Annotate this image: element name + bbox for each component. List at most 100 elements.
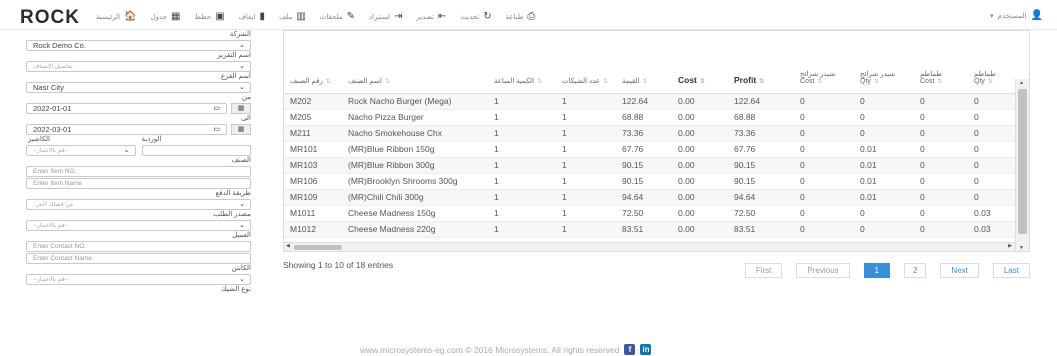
cashier-select[interactable]: --قم بالاختيار-- ⌄ [26,145,136,156]
refresh-icon: ↻ [483,11,492,22]
table-cell: 1 [556,220,616,237]
calendar-icon[interactable]: ▭ [213,125,220,135]
column-header[interactable]: القيمة ⇅ [616,31,672,94]
scroll-right-icon[interactable]: ▶ [1008,243,1012,249]
vertical-scrollbar[interactable]: ▲ ▼ [1015,79,1029,251]
table-row[interactable]: MR109 (MR)Chili Chili 300g 1 1 94.64 0.00 94.6… [284,188,1015,205]
sort-icon[interactable]: ⇅ [603,79,608,85]
column-header[interactable]: الكمية المباعة ⇅ [488,31,556,94]
chevron-down-icon: ⌄ [239,63,245,70]
payment-select[interactable]: ..من فضلك اختر ⌄ [26,199,251,210]
sort-icon[interactable]: ⇅ [874,79,879,85]
contact-no-input[interactable]: Enter Contact NO. [26,241,251,252]
from-date-input[interactable]: 2022-01-01 ▭ [26,103,227,114]
calendar-icon[interactable]: ▭ [213,104,220,114]
report-select[interactable]: تفاصيل الاصناف ⌄ [26,61,251,72]
facebook-icon[interactable]: f [624,344,636,355]
scroll-up-icon[interactable]: ▲ [1019,80,1024,86]
horizontal-scrollbar[interactable]: ◀ ▶ [284,242,1015,251]
sort-icon[interactable]: ⇅ [988,79,993,85]
column-header[interactable]: طماطم Qty ⇅ [968,31,1015,94]
table-row[interactable]: M211 Nacho Smokehouse Chx 1 1 73.36 0.00 73.36… [284,124,1015,141]
item-name-input[interactable]: Enter Item Name [26,178,251,189]
nav-item-building[interactable]: ملف ▥ [279,11,306,22]
nav-item-bars[interactable]: ايقاف ▮ [239,11,265,22]
report-table-container: رقم الصنف ⇅ اسم الصنف ⇅ الكمية المباعة ⇅ عدد ا… [283,30,1030,252]
user-menu[interactable]: ▾ المستخدم 👤 [990,10,1043,21]
calendar-button[interactable]: ▦ [231,103,251,114]
nav-item-printer[interactable]: طباعة ⎙ [506,11,536,22]
nav-item-logout[interactable]: تصدير ⇤ [416,11,446,22]
previous-page-button[interactable]: Previous [796,263,850,278]
sort-icon[interactable]: ⇅ [643,79,648,85]
to-date-input[interactable]: 2022-03-01 ▭ [26,124,227,135]
table-cell: 67.76 [616,140,672,157]
nav-item-label: جدول [150,13,168,21]
table-cell: 1 [556,108,616,125]
order-source-select[interactable]: --قم بالاختيار-- ⌄ [26,220,251,231]
table-cell: 0 [968,172,1015,189]
page-1-button[interactable]: 1 [863,263,890,278]
sort-icon[interactable]: ⇅ [326,79,331,85]
table-cell: 0 [914,220,968,237]
table-cell: 0 [794,204,854,221]
table-row[interactable]: M202 Rock Nacho Burger (Mega) 1 1 122.64 0.00… [284,92,1015,109]
table-row[interactable]: M205 Nacho Pizza Burger 1 1 68.88 0.00 68.88 0 0… [284,108,1015,125]
column-header[interactable]: عدد الشيكات ⇅ [556,31,616,94]
brand-logo[interactable]: ROCK [20,7,80,29]
pagination: First Previous 1 2 Next Last [744,263,1030,278]
column-header[interactable]: Cost ⇅ [672,31,728,94]
scroll-left-icon[interactable]: ◀ [286,243,290,249]
table-row[interactable]: MR101 (MR)Blue Ribbon 150g 1 1 67.76 0.00 67.7… [284,140,1015,157]
sort-icon[interactable]: ⇅ [537,79,542,85]
nav-item-refresh[interactable]: تحديث ↻ [460,11,491,22]
column-header[interactable]: اسم الصنف ⇅ [342,31,488,94]
scrollbar-thumb[interactable] [1018,89,1027,234]
calendar-button[interactable]: ▦ [231,124,251,135]
table-cell: 72.50 [728,204,794,221]
branch-select[interactable]: Nasr City ⌄ [26,82,251,93]
nav-item-map[interactable]: خطط ▣ [195,11,225,22]
footer-text[interactable]: www.microsystems-eg.com © 2016 Microsyst… [360,345,619,355]
column-header[interactable]: طماطم Cost ⇅ [914,31,968,94]
column-header-label: الكمية المباعة [494,77,535,85]
scroll-down-icon[interactable]: ▼ [1019,245,1024,251]
shift-input[interactable] [141,145,251,156]
column-header[interactable]: شيدر شرائح Qty ⇅ [854,31,914,94]
sort-icon[interactable]: ⇅ [700,79,705,85]
contact-name-input[interactable]: Enter Contact Name [26,253,251,264]
next-page-button[interactable]: Next [940,263,979,278]
sort-icon[interactable]: ⇅ [817,79,822,85]
sort-icon[interactable]: ⇅ [759,79,764,85]
table-row[interactable]: MR103 (MR)Blue Ribbon 300g 1 1 90.15 0.00 90.1… [284,156,1015,173]
page-2-button[interactable]: 2 [903,263,927,278]
sort-icon[interactable]: ⇅ [937,79,942,85]
nav-item-pencil[interactable]: ملحقات ✎ [320,11,355,22]
table-cell: 1 [488,108,556,125]
table-row[interactable]: M1011 Cheese Madness 150g 1 1 72.50 0.00 72.50… [284,204,1015,221]
nav-item-home[interactable]: الرئيسية 🏠 [96,11,137,22]
table-cell: MR101 [284,140,342,157]
scrollbar-thumb[interactable] [294,245,342,250]
table-cell: Nacho Pizza Burger [342,108,488,125]
table-cell: Rock Nacho Burger (Mega) [342,92,488,109]
item-no-input[interactable]: Enter Item NO. [26,166,251,177]
nav-item-login[interactable]: استيراد ⇥ [369,11,402,22]
column-header[interactable]: Profit ⇅ [728,31,794,94]
table-cell: 0.03 [968,220,1015,237]
user-icon: 👤 [1030,10,1043,21]
nav-item-table[interactable]: جدول ▦ [151,11,181,22]
sort-icon[interactable]: ⇅ [385,79,390,85]
linkedin-icon[interactable]: in [640,344,652,355]
captain-select[interactable]: --قم بالاختيار-- ⌄ [26,274,251,285]
column-header[interactable]: رقم الصنف ⇅ [284,31,342,94]
table-cell: MR109 [284,188,342,205]
nav-item-label: ملحقات [319,13,343,21]
table-row[interactable]: M1012 Cheese Madness 220g 1 1 83.51 0.00 83.51… [284,220,1015,237]
last-page-button[interactable]: Last [992,263,1030,278]
first-page-button[interactable]: First [744,263,783,278]
column-header[interactable]: شيدر شرائح Cost ⇅ [794,31,854,94]
table-row[interactable]: MR106 (MR)Brooklyn Shrooms 300g 1 1 90.15 0.0… [284,172,1015,189]
table-cell: 0.01 [854,172,914,189]
company-select[interactable]: Rock Demo Co. ⌄ [26,40,251,51]
